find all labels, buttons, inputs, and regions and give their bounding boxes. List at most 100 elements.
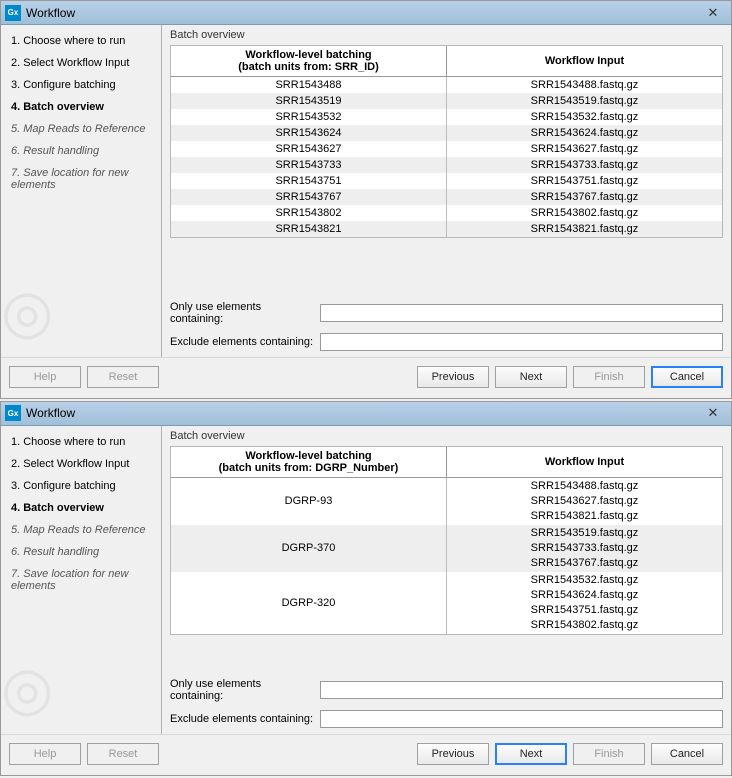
workflow-input-cell: SRR1543488.fastq.gzSRR1543627.fastq.gzSR… [447,477,723,525]
table-row[interactable]: SRR1543519SRR1543519.fastq.gz [171,93,722,109]
table-row[interactable]: DGRP-370SRR1543519.fastq.gzSRR1543733.fa… [171,525,722,572]
table-row[interactable]: SRR1543767SRR1543767.fastq.gz [171,189,722,205]
filter-exclude-label: Exclude elements containing: [170,336,320,348]
titlebar: Gx Workflow ✕ [1,1,731,25]
table-row[interactable]: SRR1543751SRR1543751.fastq.gz [171,173,722,189]
workflow-input-cell: SRR1543802.fastq.gz [447,205,723,221]
batch-unit-cell: SRR1543821 [171,221,447,237]
filter-exclude-input[interactable] [320,333,723,351]
batch-table: Workflow-level batching (batch units fro… [170,446,723,635]
table-row[interactable]: SRR1543821SRR1543821.fastq.gz [171,221,722,237]
wizard-step: 3. Configure batching [7,480,155,492]
workflow-window-1: Gx Workflow ✕ 1. Choose where to run 2. S… [0,0,732,399]
batch-unit-cell: SRR1543751 [171,173,447,189]
button-bar: Help Reset Previous Next Finish Cancel [1,734,731,775]
close-icon[interactable]: ✕ [699,4,727,22]
finish-button[interactable]: Finish [573,366,645,388]
filter-only-input[interactable] [320,681,723,699]
filter-only-row: Only use elements containing: [170,301,723,325]
help-button[interactable]: Help [9,366,81,388]
filter-exclude-input[interactable] [320,710,723,728]
table-row[interactable]: DGRP-320SRR1543532.fastq.gzSRR1543624.fa… [171,572,722,634]
wizard-step: 5. Map Reads to Reference [7,123,155,135]
batch-unit-cell: DGRP-370 [171,525,447,572]
batch-unit-cell: SRR1543733 [171,157,447,173]
workflow-input-cell: SRR1543624.fastq.gz [447,125,723,141]
previous-button[interactable]: Previous [417,366,489,388]
wizard-step: 4. Batch overview [7,502,155,514]
table-row[interactable]: SRR1543733SRR1543733.fastq.gz [171,157,722,173]
col-header-batch: Workflow-level batching (batch units fro… [171,447,447,478]
workflow-input-cell: SRR1543532.fastq.gz [447,109,723,125]
workflow-input-cell: SRR1543519.fastq.gzSRR1543733.fastq.gzSR… [447,525,723,572]
table-row[interactable]: DGRP-93SRR1543488.fastq.gzSRR1543627.fas… [171,477,722,525]
batch-unit-cell: SRR1543767 [171,189,447,205]
button-bar: Help Reset Previous Next Finish Cancel [1,357,731,398]
batch-unit-cell: SRR1543488 [171,77,447,93]
table-row[interactable]: SRR1543532SRR1543532.fastq.gz [171,109,722,125]
table-row[interactable]: SRR1543488SRR1543488.fastq.gz [171,77,722,93]
table-row[interactable]: SRR1543624SRR1543624.fastq.gz [171,125,722,141]
filter-exclude-row: Exclude elements containing: [170,710,723,728]
app-icon: Gx [5,405,21,421]
reset-button[interactable]: Reset [87,366,159,388]
workflow-input-cell: SRR1543519.fastq.gz [447,93,723,109]
cancel-button[interactable]: Cancel [651,743,723,765]
filter-exclude-label: Exclude elements containing: [170,713,320,725]
filter-only-label: Only use elements containing: [170,301,320,325]
wizard-step: 2. Select Workflow Input [7,57,155,69]
wizard-step: 1. Choose where to run [7,436,155,448]
workflow-input-cell: SRR1543627.fastq.gz [447,141,723,157]
col-header-input: Workflow Input [447,447,723,478]
wizard-step: 3. Configure batching [7,79,155,91]
table-row[interactable]: SRR1543802SRR1543802.fastq.gz [171,205,722,221]
wizard-step: 7. Save location for new elements [7,167,155,191]
col-header-input: Workflow Input [447,46,723,77]
next-button[interactable]: Next [495,366,567,388]
wizard-step: 1. Choose where to run [7,35,155,47]
batch-unit-cell: SRR1543627 [171,141,447,157]
cancel-button[interactable]: Cancel [651,366,723,388]
wizard-sidebar: 1. Choose where to run 2. Select Workflow… [1,25,161,357]
table-row[interactable]: SRR1543627SRR1543627.fastq.gz [171,141,722,157]
sidebar-decoration: ◎ [1,654,161,734]
reset-button[interactable]: Reset [87,743,159,765]
app-icon: Gx [5,5,21,21]
close-icon[interactable]: ✕ [699,404,727,422]
titlebar: Gx Workflow ✕ [1,402,731,426]
wizard-step: 7. Save location for new elements [7,568,155,592]
batch-unit-cell: DGRP-320 [171,572,447,634]
next-button[interactable]: Next [495,743,567,765]
filter-only-input[interactable] [320,304,723,322]
workflow-input-cell: SRR1543733.fastq.gz [447,157,723,173]
workflow-input-cell: SRR1543767.fastq.gz [447,189,723,205]
batch-unit-cell: DGRP-93 [171,477,447,525]
wizard-step: 4. Batch overview [7,101,155,113]
panel-title: Batch overview [170,27,723,45]
batch-unit-cell: SRR1543802 [171,205,447,221]
wizard-sidebar: 1. Choose where to run 2. Select Workflow… [1,426,161,734]
workflow-input-cell: SRR1543488.fastq.gz [447,77,723,93]
workflow-input-cell: SRR1543751.fastq.gz [447,173,723,189]
workflow-input-cell: SRR1543532.fastq.gzSRR1543624.fastq.gzSR… [447,572,723,634]
batch-unit-cell: SRR1543624 [171,125,447,141]
batch-unit-cell: SRR1543519 [171,93,447,109]
main-panel: Batch overview Workflow-level batching (… [161,25,731,357]
filter-only-label: Only use elements containing: [170,678,320,702]
wizard-step: 6. Result handling [7,145,155,157]
wizard-step: 5. Map Reads to Reference [7,524,155,536]
filter-exclude-row: Exclude elements containing: [170,333,723,351]
window-title: Workflow [26,6,699,20]
previous-button[interactable]: Previous [417,743,489,765]
col-header-batch: Workflow-level batching (batch units fro… [171,46,447,77]
finish-button[interactable]: Finish [573,743,645,765]
help-button[interactable]: Help [9,743,81,765]
main-panel: Batch overview Workflow-level batching (… [161,426,731,734]
workflow-window-2: Gx Workflow ✕ 1. Choose where to run 2. S… [0,401,732,776]
panel-title: Batch overview [170,428,723,446]
sidebar-decoration: ◎ [1,277,161,357]
wizard-step: 2. Select Workflow Input [7,458,155,470]
batch-unit-cell: SRR1543532 [171,109,447,125]
window-title: Workflow [26,406,699,420]
wizard-step: 6. Result handling [7,546,155,558]
